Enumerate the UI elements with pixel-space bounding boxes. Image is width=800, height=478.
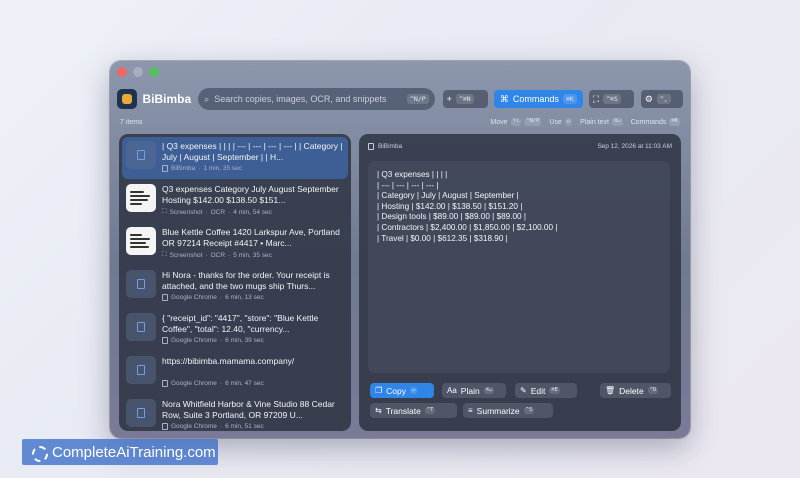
list-item[interactable]: { "receipt_id": "4417", "store": "Blue K…	[122, 309, 348, 351]
source-app-icon	[162, 337, 168, 344]
new-shortcut: ^⌘N	[455, 93, 474, 105]
plus-icon: +	[446, 94, 452, 104]
item-meta: Google Chrome · 6 min, 47 sec	[162, 380, 344, 387]
copy-icon: ❐	[375, 386, 383, 395]
watermark-text: CompleteAiTraining.com	[52, 443, 216, 461]
content-line: | Hosting | $142.00 | $138.50 | $151.20 …	[377, 201, 523, 211]
trash-icon: 🗑	[605, 386, 616, 395]
screenshot-icon: ⛶	[162, 251, 167, 258]
content-line: | Travel | $0.00 | $612.35 | $318.90 |	[377, 233, 508, 243]
document-icon	[126, 399, 156, 427]
list-item[interactable]: Hi Nora - thanks for the order. Your rec…	[122, 266, 348, 308]
search-shortcut: ^N/P	[407, 93, 429, 105]
move-hint: Move ↑↓ ^N/P	[490, 118, 542, 126]
list-item[interactable]: | Q3 expenses | | | | --- | --- | --- | …	[122, 137, 348, 179]
document-icon	[126, 313, 156, 341]
detail-timestamp: Sep 12, 2026 at 11:03 AM	[597, 143, 672, 150]
window-controls	[117, 67, 159, 77]
detail-source: BiBimba	[368, 143, 597, 150]
source-app-icon	[368, 143, 374, 150]
toolbar: BiBimba ⌕ Search copies, images, OCR, an…	[117, 87, 683, 111]
content-line: | Category | July | August | September |	[377, 191, 519, 201]
edit-button[interactable]: ✎ Edit ⌘E	[515, 383, 577, 398]
content-line: | --- | --- | --- | --- |	[377, 180, 439, 190]
translate-button[interactable]: ⇆ Translate ^T	[370, 403, 457, 418]
app-window: BiBimba ⌕ Search copies, images, OCR, an…	[110, 61, 690, 438]
app-logo-icon	[117, 89, 137, 109]
search-placeholder: Search copies, images, OCR, and snippets	[214, 94, 387, 104]
detail-pane: BiBimba Sep 12, 2026 at 11:03 AM | Q3 ex…	[359, 134, 681, 431]
item-meta: ⛶ Screenshot · OCR · 5 min, 35 sec	[162, 251, 272, 259]
item-meta: Google Chrome · 6 min, 13 sec	[162, 294, 344, 301]
use-hint: Use ↵	[549, 118, 573, 126]
status-bar: 7 items Move ↑↓ ^N/P Use ↵ Plain text ⌘↵…	[120, 116, 680, 128]
screenshot-icon: ⛶	[592, 93, 600, 104]
detail-content[interactable]: | Q3 expenses | | | | | --- | --- | --- …	[368, 161, 670, 373]
list-icon: ≡	[468, 406, 473, 415]
screenshot-button[interactable]: ⛶ ^⌘S	[588, 90, 634, 108]
source-app-icon	[162, 423, 168, 430]
item-meta: Google Chrome · 6 min, 39 sec	[162, 337, 344, 344]
watermark-logo-icon	[30, 444, 48, 462]
source-app-icon	[162, 294, 168, 301]
clip-list: | Q3 expenses | | | | --- | --- | --- | …	[119, 134, 351, 431]
document-icon	[126, 270, 156, 298]
list-item[interactable]: Blue Kettle Coffee 1420 Larkspur Ave, Po…	[122, 223, 348, 265]
watermark-banner: CompleteAiTraining.com	[22, 439, 218, 465]
zoom-window-button[interactable]	[149, 67, 159, 77]
search-icon: ⌕	[204, 93, 210, 104]
screenshot-icon: ⛶	[162, 208, 167, 215]
item-meta: Google Chrome · 6 min, 51 sec	[162, 423, 344, 430]
screenshot-shortcut: ^⌘S	[603, 93, 621, 105]
screenshot-thumbnail	[126, 227, 156, 255]
gear-icon: ⚙	[644, 93, 653, 104]
content-line: | Contractors | $2,400.00 | $1,850.00 | …	[377, 222, 558, 232]
search-input[interactable]: ⌕ Search copies, images, OCR, and snippe…	[198, 88, 435, 110]
settings-button[interactable]: ⚙ ^,	[640, 90, 683, 108]
item-text: Q3 expenses Category July August Septemb…	[162, 184, 339, 205]
commands-shortcut: ⌘K	[562, 93, 577, 105]
item-text: Nora Whitfield Harbor & Vine Studio 88 C…	[162, 399, 335, 420]
content-line: | Design tools | $89.00 | $89.00 | $89.0…	[377, 212, 527, 222]
item-text: Blue Kettle Coffee 1420 Larkspur Ave, Po…	[162, 227, 340, 248]
document-icon	[126, 141, 156, 169]
command-icon: ⌘	[499, 93, 509, 104]
commands-label: Commands	[512, 94, 559, 104]
screenshot-thumbnail	[126, 184, 156, 212]
translate-icon: ⇆	[375, 406, 382, 415]
item-meta: BiBimba · 1 min, 35 sec	[162, 165, 344, 172]
commands-button[interactable]: ⌘ Commands ⌘K	[493, 90, 583, 108]
source-app-icon	[162, 165, 168, 172]
item-text: { "receipt_id": "4417", "store": "Blue K…	[162, 313, 319, 334]
new-snippet-button[interactable]: + ^⌘N	[442, 90, 488, 108]
item-meta: ⛶ Screenshot · OCR · 4 min, 54 sec	[162, 208, 272, 216]
item-count: 7 items	[120, 118, 143, 126]
list-item[interactable]: https://bibimba.mamama.company/ Google C…	[122, 352, 348, 394]
source-app-icon	[162, 380, 168, 387]
settings-shortcut: ^,	[656, 93, 671, 105]
minimize-window-button[interactable]	[133, 67, 143, 77]
pencil-icon: ✎	[520, 386, 527, 395]
copy-button[interactable]: ❐ Copy ↵	[370, 383, 434, 398]
document-icon	[126, 356, 156, 384]
commands-hint: Commands ⌘K	[630, 118, 680, 126]
text-format-icon: Aa	[447, 386, 457, 395]
detail-header: BiBimba Sep 12, 2026 at 11:03 AM	[368, 143, 672, 150]
close-window-button[interactable]	[117, 67, 127, 77]
list-item[interactable]: Nora Whitfield Harbor & Vine Studio 88 C…	[122, 395, 348, 431]
item-text: Hi Nora - thanks for the order. Your rec…	[162, 270, 330, 291]
summarize-button[interactable]: ≡ Summarize ^S	[463, 403, 553, 418]
item-text: | Q3 expenses | | | | --- | --- | --- | …	[162, 141, 343, 162]
plain-text-hint: Plain text ⌘↵	[580, 118, 623, 126]
content-line: | Q3 expenses | | | |	[377, 170, 448, 179]
item-text: https://bibimba.mamama.company/	[162, 356, 295, 366]
delete-button[interactable]: 🗑 Delete ^D	[600, 383, 671, 398]
app-name: BiBimba	[142, 92, 192, 106]
list-item[interactable]: Q3 expenses Category July August Septemb…	[122, 180, 348, 222]
plain-button[interactable]: Aa Plain ⌘↵	[442, 383, 506, 398]
